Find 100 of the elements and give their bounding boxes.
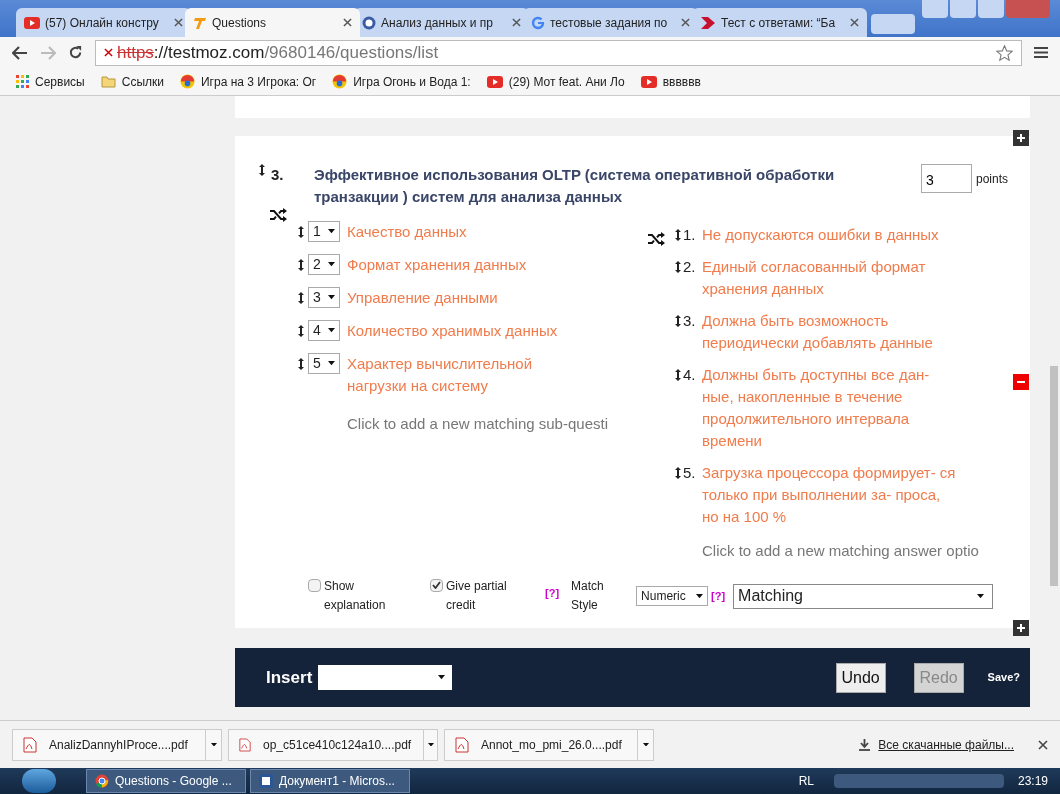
match-select[interactable]: 5 (308, 353, 340, 374)
question-number: 3. (271, 165, 285, 185)
tab-title: Questions (212, 14, 268, 32)
apps-grid-icon (16, 75, 29, 88)
question-type-select[interactable]: Matching (733, 583, 994, 609)
answer-number: 2. (683, 257, 697, 277)
checkbox-label: Show explanation (324, 577, 387, 614)
caret-icon (696, 593, 704, 599)
clock[interactable]: 23:19 (1017, 772, 1048, 790)
document-icon (259, 774, 273, 788)
tab-title: Анализ данных и пр (381, 14, 494, 32)
browser-tab[interactable]: Тест с ответами: “Ба (692, 8, 867, 37)
question-title: Эффективное использования OLTP (система оперативной обработки транзакции ) систем для анализа данных (314, 165, 836, 207)
shuffle-icon[interactable] (648, 232, 665, 246)
download-item[interactable]: AnalizDannyhIProce....pdf (12, 728, 222, 761)
insecure-icon[interactable] (104, 48, 113, 57)
video-play-icon (24, 16, 40, 29)
points-field[interactable]: 3 (921, 164, 972, 193)
address-field[interactable]: https://testmoz.com/9680146/questions/list (95, 39, 1022, 66)
reorder-icon[interactable] (675, 261, 681, 273)
reload-icon[interactable] (68, 45, 83, 60)
chrome-icon (95, 774, 109, 788)
close-icon[interactable] (681, 18, 690, 27)
pdf-icon (239, 736, 251, 753)
reorder-icon[interactable] (298, 325, 304, 337)
close-icon[interactable] (1038, 739, 1048, 750)
caret-icon (328, 229, 335, 234)
bookmark[interactable]: вввввв (640, 72, 701, 91)
close-icon[interactable] (850, 18, 859, 27)
answer-number: 3. (683, 311, 697, 331)
match-select[interactable]: 1 (308, 221, 340, 242)
back-icon[interactable] (12, 45, 28, 60)
ball-icon (332, 74, 348, 89)
reorder-icon[interactable] (259, 164, 265, 176)
help-link[interactable]: [?] (711, 587, 726, 605)
checkbox[interactable] (430, 578, 443, 592)
star-icon[interactable] (996, 44, 1013, 61)
answer-number: 1. (683, 225, 697, 245)
close-icon[interactable] (343, 18, 352, 27)
help-link[interactable]: [?] (545, 584, 560, 601)
taskbar-window[interactable]: Questions - Google ... (86, 769, 246, 793)
match-select[interactable]: 2 (308, 254, 340, 275)
caret-icon (642, 742, 649, 747)
bookmark[interactable]: Ссылки (100, 72, 164, 91)
caret-icon (977, 593, 985, 599)
tab-title: Тест с ответами: “Ба (721, 14, 837, 32)
video-play-icon (640, 75, 657, 88)
download-item[interactable]: Annot_mo_pmi_26.0....pdf (444, 728, 654, 761)
show-all-downloads-link[interactable]: Все скачанные файлы... (878, 735, 1014, 754)
shuffle-icon[interactable] (270, 208, 287, 222)
video-play-icon (486, 75, 503, 88)
save-link[interactable]: Save? (987, 669, 1020, 686)
add-sub-question-link[interactable]: Click to add a new matching sub-questi (347, 413, 648, 436)
points-label: points (976, 171, 1009, 188)
reorder-icon[interactable] (298, 358, 304, 370)
caret-icon (427, 742, 434, 747)
pdf-icon (455, 736, 469, 753)
answer-number: 4. (683, 365, 697, 385)
reorder-icon[interactable] (298, 292, 304, 304)
add-button[interactable] (1013, 130, 1029, 146)
answer-number: 5. (683, 463, 697, 483)
match-select[interactable]: 3 (308, 287, 340, 308)
language-indicator[interactable]: RL (798, 772, 814, 790)
reorder-icon[interactable] (298, 259, 304, 271)
menu-icon[interactable] (1034, 46, 1048, 59)
reorder-icon[interactable] (675, 467, 681, 479)
undo-button[interactable]: Undo (835, 662, 886, 693)
close-icon[interactable] (174, 18, 183, 27)
bookmark[interactable]: (29) Мот feat. Ани Ло (486, 72, 625, 91)
caret-icon (328, 262, 335, 267)
url-scheme: https (117, 41, 154, 64)
bookmark[interactable]: Игра Огонь и Вода 1: (332, 72, 471, 91)
chevron-icon (700, 15, 716, 30)
folder-icon (100, 75, 116, 88)
match-select[interactable]: 4 (308, 320, 340, 341)
add-answer-link[interactable]: Click to add a new matching answer optio (702, 540, 979, 563)
tab-title: тестовые задания по (550, 14, 669, 32)
checkbox[interactable] (308, 578, 321, 592)
download-item[interactable]: op_c51ce410c124a10....pdf (228, 728, 438, 761)
remove-button[interactable] (1013, 374, 1029, 390)
tab-title: (57) Онлайн констру (45, 14, 160, 32)
seal-icon (362, 15, 376, 30)
ball-icon (179, 74, 195, 89)
reorder-icon[interactable] (675, 369, 681, 381)
bookmark[interactable]: Игра на 3 Игрока: Ог (179, 72, 317, 91)
add-button[interactable] (1013, 620, 1029, 636)
reorder-icon[interactable] (675, 229, 681, 241)
match-style-label: Match Style (571, 577, 605, 614)
close-icon[interactable] (512, 18, 521, 27)
bookmark[interactable]: Сервисы (16, 72, 85, 91)
caret-icon (328, 295, 335, 300)
taskbar-window[interactable]: Документ1 - Micros... (250, 769, 410, 793)
checkbox-label: Give partial credit (446, 577, 508, 614)
start-button[interactable] (22, 769, 56, 793)
browser-tab[interactable]: Questions (185, 8, 360, 37)
reorder-icon[interactable] (675, 315, 681, 327)
pdf-icon (23, 736, 37, 753)
match-style-select[interactable]: Numeric (636, 586, 709, 606)
caret-icon (438, 675, 446, 680)
reorder-icon[interactable] (298, 226, 304, 238)
